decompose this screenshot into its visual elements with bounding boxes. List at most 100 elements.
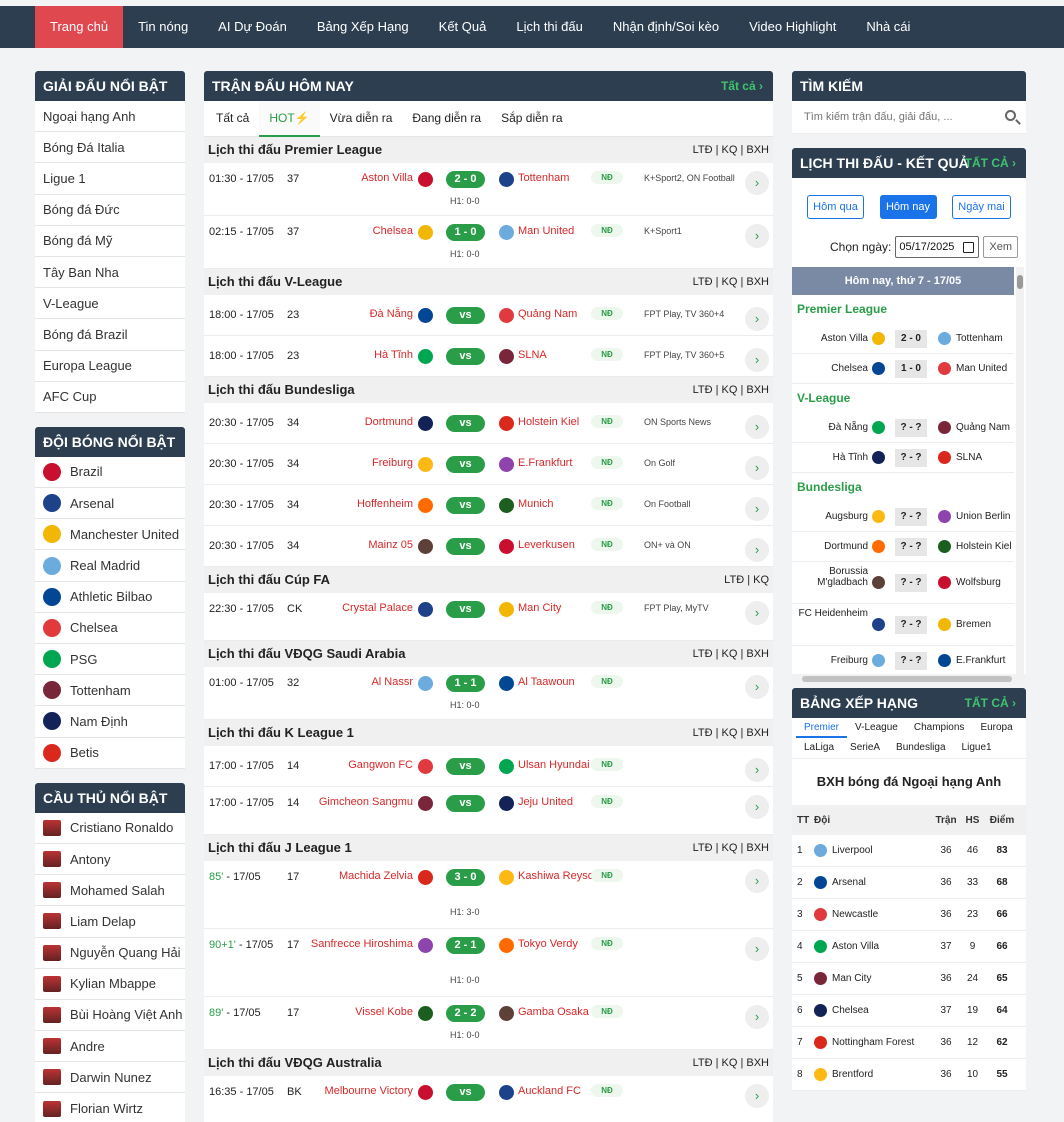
match-score[interactable]: 2 - 2 — [446, 1005, 485, 1022]
schedule-league-name[interactable]: Premier League — [792, 295, 1014, 324]
scroll-thumb[interactable] — [1017, 275, 1023, 289]
home-team-link[interactable]: Gangwon FC — [303, 757, 413, 774]
league-links[interactable]: LTĐ | KQ | BXH — [693, 641, 769, 667]
tournament-item[interactable]: Ligue 1 — [35, 163, 185, 195]
tab-vua-dien-ra[interactable]: Vừa diễn ra — [320, 101, 403, 137]
match-detail-chevron-icon[interactable]: › — [745, 307, 769, 331]
team-item[interactable]: PSG — [35, 644, 185, 676]
match-row[interactable]: 16:35 - 17/05 BK Melbourne Victory vs Auckla… — [204, 1076, 773, 1122]
search-icon[interactable] — [1005, 110, 1016, 121]
tournament-item[interactable]: Bóng Đá Italia — [35, 132, 185, 164]
standings-row[interactable]: 3 Newcastle 36 23 66 — [792, 899, 1026, 931]
team-item[interactable]: Brazil — [35, 457, 185, 489]
match-row[interactable]: 01:00 - 17/05 32 Al Nassr 1 - 1 H1: 0-0 Al Ta… — [204, 667, 773, 720]
match-score[interactable]: 2 - 1 — [446, 937, 485, 954]
match-detail-chevron-icon[interactable]: › — [745, 937, 769, 961]
standings-tab-champions[interactable]: Champions — [906, 718, 973, 738]
away-team-link[interactable]: Holstein Kiel — [518, 414, 598, 431]
nav-item-nha-cai[interactable]: Nhà cái — [851, 6, 925, 48]
tab-tat-ca[interactable]: Tất cả — [206, 101, 259, 137]
schedule-match-row[interactable]: Augsburg ? - ? Union Berlin — [792, 502, 1014, 532]
league-links[interactable]: LTĐ | KQ | BXH — [693, 269, 769, 295]
match-row[interactable]: 20:30 - 17/05 34 Freiburg vs E.Frankfurt NĐ On… — [204, 444, 773, 485]
match-row[interactable]: 18:00 - 17/05 23 Hà Tĩnh vs SLNA NĐ FPT Play, … — [204, 336, 773, 377]
tournament-item[interactable]: Bóng đá Đức — [35, 195, 185, 226]
today-button[interactable]: Hôm nay — [879, 195, 937, 219]
match-score[interactable]: vs — [446, 795, 485, 812]
team-item[interactable]: Betis — [35, 738, 185, 769]
league-name-link[interactable]: Lịch thi đấu VĐQG Saudi Arabia — [208, 646, 405, 661]
away-team-link[interactable]: Tokyo Verdy — [518, 936, 598, 953]
tab-dang-dien-ra[interactable]: Đang diễn ra — [402, 101, 491, 137]
match-detail-chevron-icon[interactable]: › — [745, 171, 769, 195]
schedule-match-row[interactable]: Aston Villa 2 - 0 Tottenham — [792, 324, 1014, 354]
prediction-badge[interactable]: NĐ — [591, 538, 623, 551]
schedule-league-name[interactable]: Bundesliga — [792, 473, 1014, 502]
league-name-link[interactable]: Lịch thi đấu VĐQG Australia — [208, 1055, 382, 1070]
home-team-link[interactable]: Al Nassr — [303, 674, 413, 691]
nav-item-nhan-dinh-soi-keo[interactable]: Nhận định/Soi kèo — [598, 6, 734, 48]
prediction-badge[interactable]: NĐ — [591, 675, 623, 688]
schedule-match-row[interactable]: Borussia M'gladbach ? - ? Wolfsburg — [792, 562, 1014, 604]
away-team-link[interactable]: Jeju United — [518, 794, 598, 811]
tab-hot[interactable]: HOT⚡ — [259, 101, 320, 137]
match-score[interactable]: 2 - 0 — [446, 171, 485, 188]
league-name-link[interactable]: Lịch thi đấu Bundesliga — [208, 382, 355, 397]
league-name-link[interactable]: Lịch thi đấu K League 1 — [208, 725, 354, 740]
standings-tab-laliga[interactable]: LaLiga — [796, 738, 842, 758]
match-detail-chevron-icon[interactable]: › — [745, 869, 769, 893]
prediction-badge[interactable]: NĐ — [591, 758, 623, 771]
match-detail-chevron-icon[interactable]: › — [745, 456, 769, 480]
match-row[interactable]: 20:30 - 17/05 34 Mainz 05 vs Leverkusen NĐ ON+… — [204, 526, 773, 567]
horizontal-scrollbar[interactable] — [792, 675, 1026, 683]
standings-all-link[interactable]: TẤT CẢ › — [965, 688, 1016, 718]
match-score[interactable]: vs — [446, 348, 485, 365]
match-score[interactable]: 1 - 0 — [446, 224, 485, 241]
nav-item-trang-chu[interactable]: Trang chủ — [35, 6, 124, 48]
prediction-badge[interactable]: NĐ — [591, 307, 623, 320]
away-team-link[interactable]: Munich — [518, 496, 598, 513]
nav-item-tin-nong[interactable]: Tin nóng — [123, 6, 203, 48]
home-team-link[interactable]: Aston Villa — [303, 170, 413, 187]
team-item[interactable]: Athletic Bilbao — [35, 582, 185, 613]
away-team-link[interactable]: Kashiwa Reysol — [518, 868, 598, 885]
prediction-badge[interactable]: NĐ — [591, 795, 623, 808]
yesterday-button[interactable]: Hôm qua — [807, 195, 864, 219]
match-score[interactable]: vs — [446, 456, 485, 473]
nav-item-ai-du-doan[interactable]: AI Dự Đoán — [203, 6, 302, 48]
league-links[interactable]: LTĐ | KQ | BXH — [693, 137, 769, 163]
standings-tab-v-league[interactable]: V-League — [847, 718, 906, 738]
schedule-match-row[interactable]: FC Heidenheim ? - ? Bremen — [792, 604, 1014, 646]
match-row[interactable]: 01:30 - 17/05 37 Aston Villa 2 - 0 H1: 0-0 To… — [204, 163, 773, 216]
team-item[interactable]: Chelsea — [35, 613, 185, 644]
match-detail-chevron-icon[interactable]: › — [745, 348, 769, 372]
match-row[interactable]: 18:00 - 17/05 23 Đà Nẵng vs Quảng Nam NĐ FPT P… — [204, 295, 773, 336]
home-team-link[interactable]: Hoffenheim — [303, 496, 413, 513]
match-row[interactable]: 17:00 - 17/05 14 Gimcheon Sangmu vs Jeju Uni… — [204, 787, 773, 835]
home-team-link[interactable]: Sanfrecce Hiroshima — [303, 936, 413, 953]
prediction-badge[interactable]: NĐ — [591, 869, 623, 882]
vertical-scrollbar[interactable] — [1016, 267, 1024, 677]
standings-tab-europa[interactable]: Europa — [972, 718, 1020, 738]
away-team-link[interactable]: Quảng Nam — [518, 306, 598, 323]
away-team-link[interactable]: Tottenham — [518, 170, 598, 187]
tournament-item[interactable]: Ngoại hạng Anh — [35, 101, 185, 133]
match-score[interactable]: 3 - 0 — [446, 869, 485, 886]
prediction-badge[interactable]: NĐ — [591, 456, 623, 469]
player-item[interactable]: Cristiano Ronaldo — [35, 813, 185, 844]
date-input[interactable]: 05/17/2025 — [895, 236, 980, 258]
tournament-item[interactable]: Tây Ban Nha — [35, 257, 185, 289]
prediction-badge[interactable]: NĐ — [591, 1005, 623, 1018]
team-item[interactable]: Manchester United — [35, 519, 185, 551]
tournament-item[interactable]: V-League — [35, 288, 185, 320]
tournament-item[interactable]: Europa League — [35, 351, 185, 382]
away-team-link[interactable]: Man United — [518, 223, 598, 240]
standings-row[interactable]: 4 Aston Villa 37 9 66 — [792, 931, 1026, 963]
league-links[interactable]: LTĐ | KQ — [724, 567, 769, 593]
prediction-badge[interactable]: NĐ — [591, 171, 623, 184]
home-team-link[interactable]: Crystal Palace — [303, 600, 413, 617]
match-detail-chevron-icon[interactable]: › — [745, 795, 769, 819]
match-row[interactable]: 85' - 17/05 17 Machida Zelvia 3 - 0 H1: 3-0 K… — [204, 861, 773, 929]
match-row[interactable]: 22:30 - 17/05 CK Crystal Palace vs Man City N… — [204, 593, 773, 641]
standings-row[interactable]: 6 Chelsea 37 19 64 — [792, 995, 1026, 1027]
